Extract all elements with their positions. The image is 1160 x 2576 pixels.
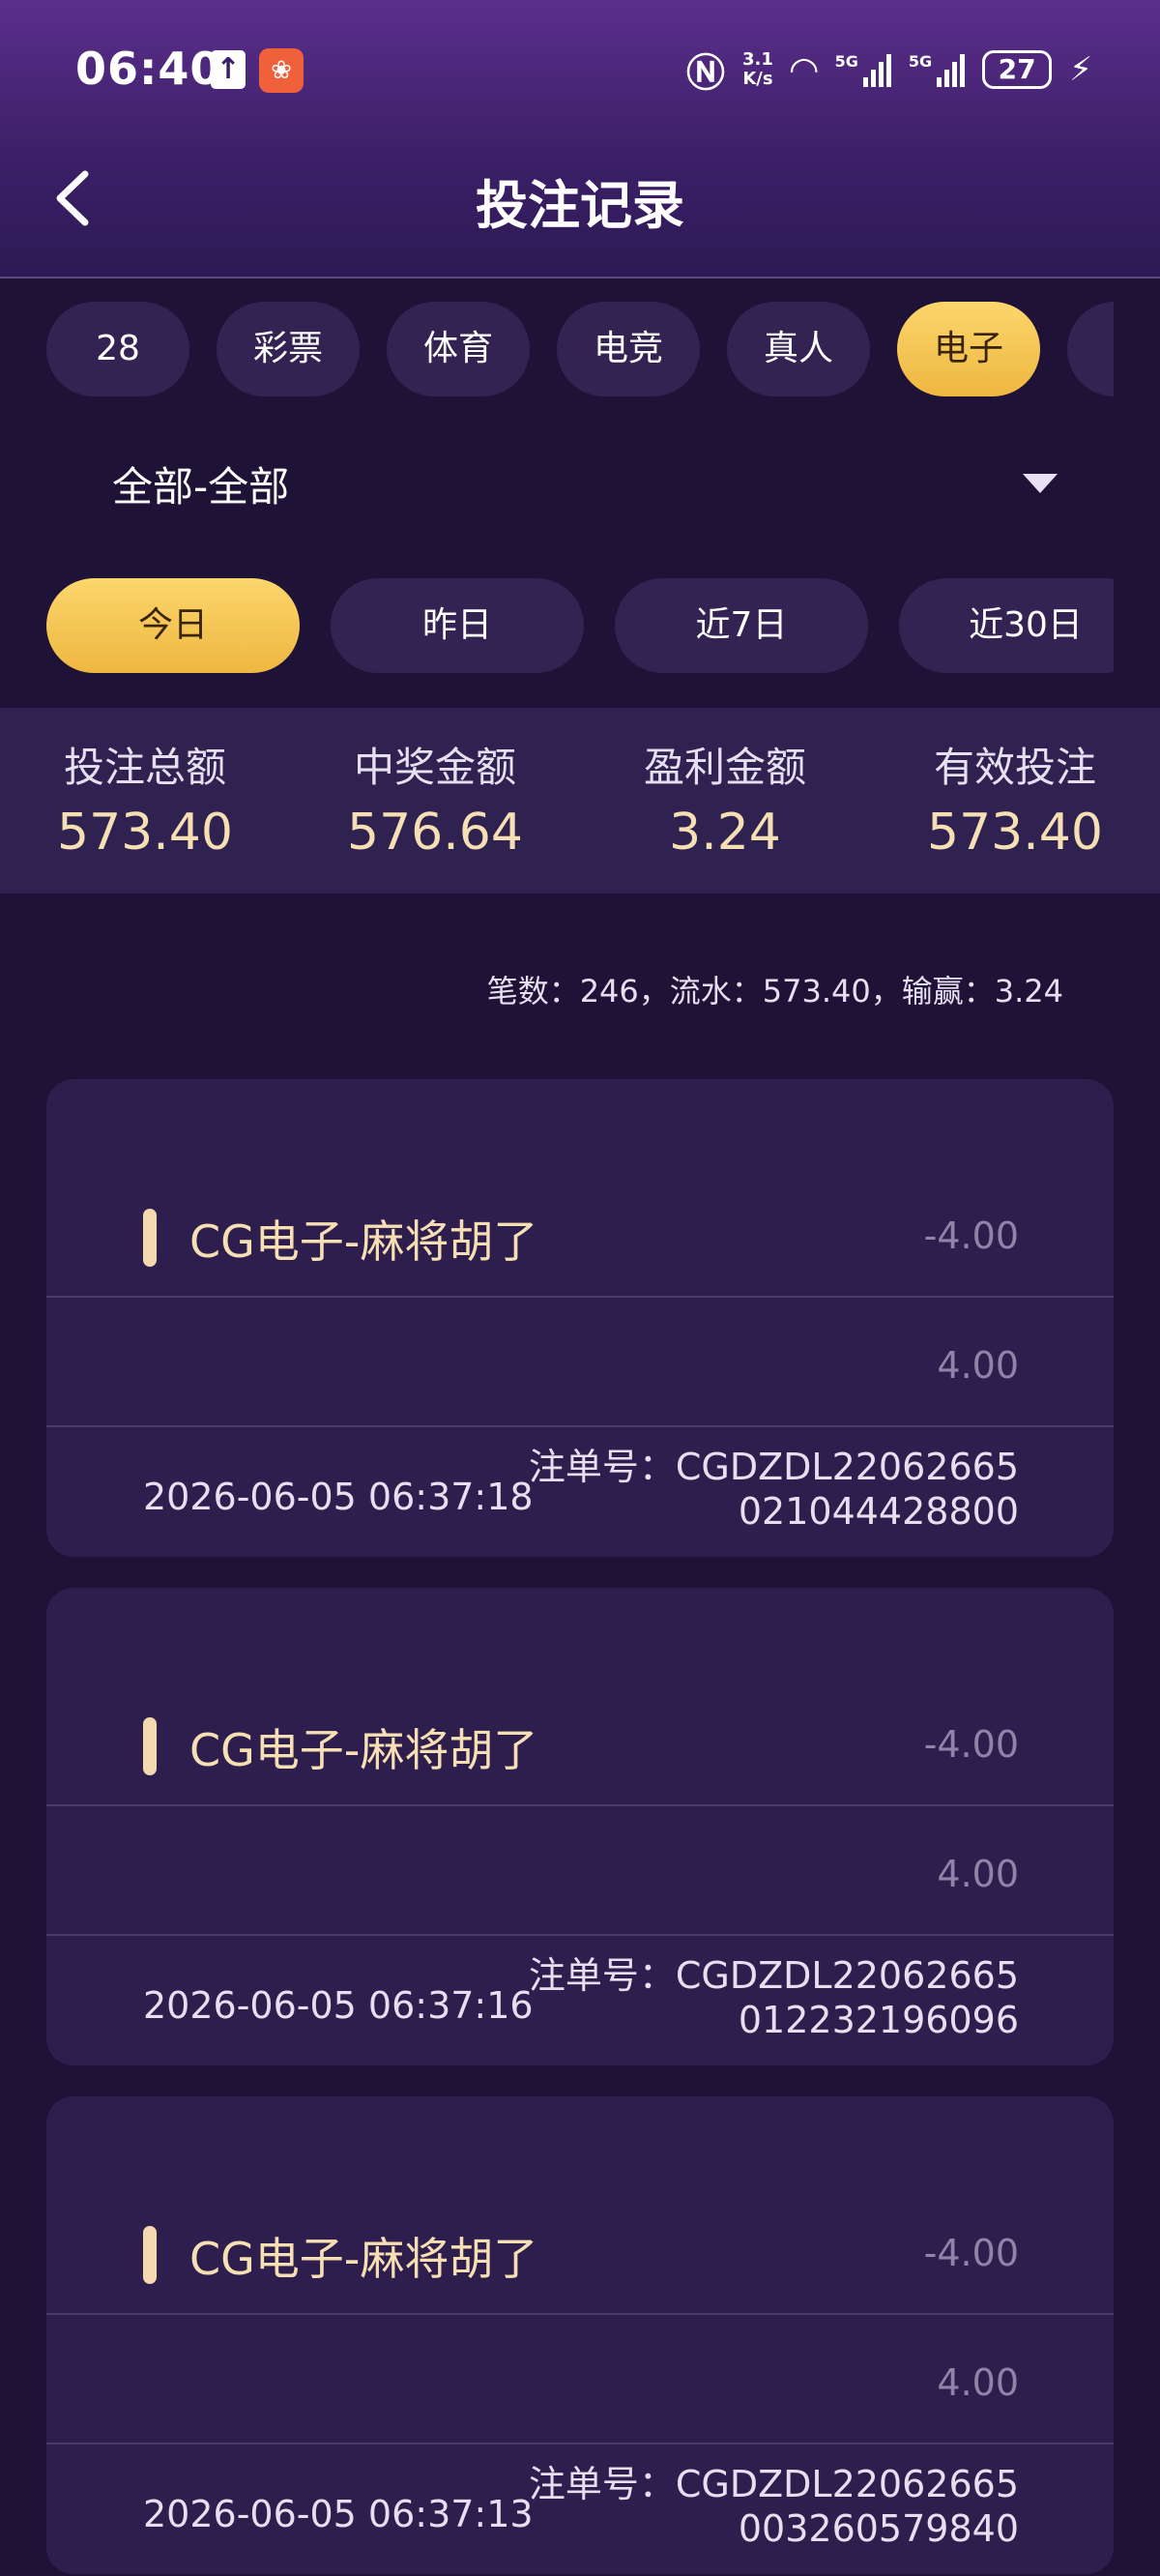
card-header-row: CG电子-麻将胡了 -4.00 xyxy=(46,1079,1114,1298)
record-time: 2026-06-05 06:37:18 xyxy=(143,1476,534,1518)
stat-value: 3.24 xyxy=(669,804,781,862)
stat-label: 中奖金额 xyxy=(353,744,516,791)
summary-stats: 投注总额 573.40 中奖金额 576.64 盈利金额 3.24 有效投注 5… xyxy=(0,708,1160,893)
game-filter-dropdown[interactable]: 全部-全部 xyxy=(46,435,1114,532)
tab-category-more[interactable] xyxy=(1067,302,1114,396)
tab-category-lottery[interactable]: 彩票 xyxy=(217,302,360,396)
net-speed: 3.1 K/s xyxy=(742,49,773,89)
card-accent-bar xyxy=(143,2226,157,2284)
record-game-name: CG电子-麻将胡了 xyxy=(189,2233,538,2285)
record-bet-amount: 4.00 xyxy=(937,1853,1019,1895)
card-header-row: CG电子-麻将胡了 -4.00 xyxy=(46,2096,1114,2315)
tab-category-electronic[interactable]: 电子 xyxy=(897,302,1040,396)
app-notification-icon: ❀ xyxy=(259,48,304,93)
bet-record-card[interactable]: CG电子-麻将胡了 -4.00 4.00 2026-06-05 06:37:18… xyxy=(46,1079,1114,1557)
filter-selected-value: 全部-全部 xyxy=(112,463,290,511)
tab-today[interactable]: 今日 xyxy=(46,578,300,673)
tab-yesterday[interactable]: 昨日 xyxy=(331,578,584,673)
record-game-name: CG电子-麻将胡了 xyxy=(189,1215,538,1268)
tab-category-sports[interactable]: 体育 xyxy=(387,302,530,396)
summary-line: 笔数：246，流水：573.40，输赢：3.24 xyxy=(486,973,1063,1010)
record-time: 2026-06-05 06:37:13 xyxy=(143,2493,534,2535)
wifi-icon: ◠ xyxy=(790,49,818,90)
tab-category-28[interactable]: 28 xyxy=(46,302,189,396)
tab-category-esports[interactable]: 电竞 xyxy=(557,302,700,396)
tab-last-30-days[interactable]: 近30日 xyxy=(899,578,1114,673)
upload-icon: ↑ xyxy=(211,50,246,89)
battery-icon: 27 xyxy=(982,50,1053,89)
card-bet-row: 4.00 xyxy=(46,1298,1114,1427)
status-time: 06:40 xyxy=(75,43,222,95)
stat-label: 有效投注 xyxy=(933,744,1096,791)
stat-winnings: 中奖金额 576.64 xyxy=(290,708,580,893)
page-title: 投注记录 xyxy=(476,175,684,236)
record-result-amount: -4.00 xyxy=(923,1215,1019,1257)
stat-profit: 盈利金额 3.24 xyxy=(580,708,870,893)
date-range-tabs: 今日 昨日 近7日 近30日 xyxy=(46,578,1114,675)
tab-last-7-days[interactable]: 近7日 xyxy=(615,578,868,673)
stat-value: 576.64 xyxy=(347,804,523,862)
card-header-row: CG电子-麻将胡了 -4.00 xyxy=(46,1588,1114,1806)
category-tabs: 28 彩票 体育 电竞 真人 电子 xyxy=(46,302,1114,398)
stat-total-bet: 投注总额 573.40 xyxy=(0,708,290,893)
record-game-name: CG电子-麻将胡了 xyxy=(189,1724,538,1776)
status-icons: Ⓝ 3.1 K/s ◠ 5G 5G 27 ⚡ xyxy=(686,43,1092,97)
card-bet-row: 4.00 xyxy=(46,1806,1114,1936)
signal-icon-2: 5G xyxy=(909,52,966,87)
header-bar: 06:40 ↑ ❀ Ⓝ 3.1 K/s ◠ 5G 5G 27 ⚡ 投注记录 xyxy=(0,0,1160,278)
card-bet-row: 4.00 xyxy=(46,2315,1114,2444)
record-order-number: 注单号：CGDZDL22062665021044428800 xyxy=(528,1446,1019,1533)
charging-icon: ⚡ xyxy=(1069,50,1092,89)
record-bet-amount: 4.00 xyxy=(937,2361,1019,2404)
signal-icon-1: 5G xyxy=(835,52,891,87)
stat-label: 盈利金额 xyxy=(643,744,806,791)
bet-record-card[interactable]: CG电子-麻将胡了 -4.00 4.00 2026-06-05 06:37:16… xyxy=(46,1588,1114,2065)
stat-label: 投注总额 xyxy=(63,744,226,791)
record-order-number: 注单号：CGDZDL22062665003260579840 xyxy=(528,2463,1019,2550)
card-accent-bar xyxy=(143,1209,157,1267)
dropdown-arrow-icon xyxy=(1023,474,1058,493)
record-time: 2026-06-05 06:37:16 xyxy=(143,1984,534,2027)
bet-record-card[interactable]: CG电子-麻将胡了 -4.00 4.00 2026-06-05 06:37:13… xyxy=(46,2096,1114,2574)
tab-category-live[interactable]: 真人 xyxy=(727,302,870,396)
stat-value: 573.40 xyxy=(57,804,233,862)
record-result-amount: -4.00 xyxy=(923,1723,1019,1766)
nfc-icon: Ⓝ xyxy=(686,51,726,96)
card-accent-bar xyxy=(143,1717,157,1775)
record-bet-amount: 4.00 xyxy=(937,1344,1019,1387)
stat-valid-bet: 有效投注 573.40 xyxy=(870,708,1160,893)
record-result-amount: -4.00 xyxy=(923,2232,1019,2274)
stat-value: 573.40 xyxy=(927,804,1103,862)
record-order-number: 注单号：CGDZDL22062665012232196096 xyxy=(528,1954,1019,2041)
